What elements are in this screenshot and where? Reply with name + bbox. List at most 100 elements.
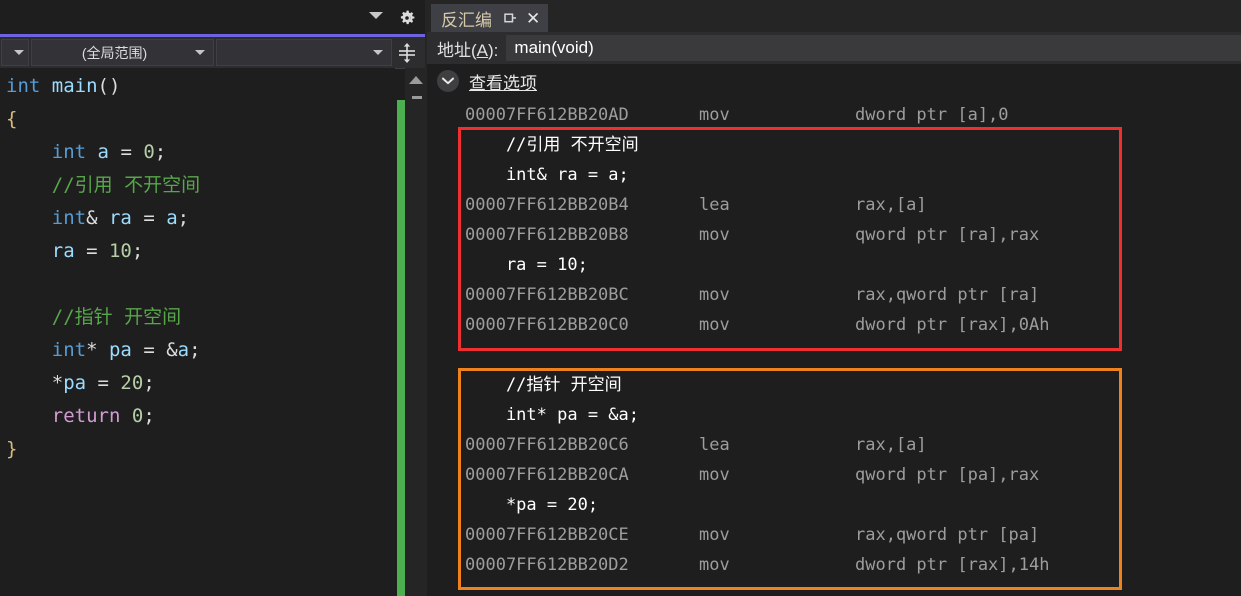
view-options-label[interactable]: 查看选项 [469,69,537,94]
code-token: ; [143,372,155,394]
tab-label: 反汇编 [441,10,492,30]
instruction-operands: dword ptr [rax],14h [855,555,1050,575]
editor-navigation-bar: (全局范围) [0,37,425,69]
member-combo[interactable] [216,39,392,66]
disassembly-row: 00007FF612BB20AD mov dword ptr [a],0 [427,100,1241,130]
code-token: ; [154,141,167,163]
disassembly-row: 00007FF612BB20C6 lea rax,[a] [427,430,1241,460]
code-token: int [51,207,87,229]
code-line: { [6,103,395,136]
disassembly-row: 00007FF612BB20C0 mov dword ptr [rax],0Ah [427,310,1241,340]
inline-source-line [465,340,475,370]
instruction-address: 00007FF612BB20C0 [465,315,629,335]
close-icon[interactable]: ✕ [526,10,540,27]
source-comment-row: int& ra = a; [427,160,1241,190]
disassembly-row: 00007FF612BB20B4 lea rax,[a] [427,190,1241,220]
source-code-text[interactable]: int main(){ int a = 0; //引用 不开空间 int& ra… [0,68,395,596]
disassembly-row: 00007FF612BB20BC mov rax,qword ptr [ra] [427,280,1241,310]
address-bar: 地址(A): [427,32,1241,64]
instruction-address: 00007FF612BB20CE [465,525,629,545]
source-comment-row: //指针 开空间 [427,370,1241,400]
instruction-mnemonic: lea [699,435,730,455]
instruction-address: 00007FF612BB20CA [465,465,629,485]
code-token: = [86,372,121,394]
address-label: 地址(A): [437,40,499,60]
address-input[interactable] [506,35,1241,61]
code-token: () [97,75,121,97]
code-token: } [6,438,18,460]
disassembly-row: 00007FF612BB20D2 mov dword ptr [rax],14h [427,550,1241,580]
code-token: = [74,240,109,262]
gear-icon[interactable] [397,8,417,28]
code-line: //指针 开空间 [6,301,395,334]
inline-source-line: int* pa = &a; [465,405,639,425]
instruction-mnemonic: mov [699,555,730,575]
code-token: int [6,75,41,97]
code-line: *pa = 20; [6,367,395,400]
code-token: ra [51,240,75,262]
source-comment-row: int* pa = &a; [427,400,1241,430]
split-window-icon[interactable] [393,37,421,68]
source-editor-pane: (全局范围) int main(){ int a = 0; //引用 不开空间 … [0,0,425,596]
code-token: int [51,339,87,361]
code-token: & [86,207,109,229]
chevron-down-icon[interactable] [369,12,383,19]
scope-combo-label: (全局范围) [81,44,148,61]
code-token: return [51,405,121,427]
source-comment-row [427,340,1241,370]
caret-down-icon [14,50,24,55]
instruction-mnemonic: lea [699,195,730,215]
scroll-up-arrow-icon[interactable] [409,76,423,84]
instruction-operands: qword ptr [ra],rax [855,225,1040,245]
code-line: ra = 10; [6,235,395,268]
disassembly-pane: 反汇编 ✕ 地址(A): 查看选项 00007FF [427,0,1241,596]
pin-icon[interactable] [502,10,518,26]
tab-disassembly[interactable]: 反汇编 ✕ [431,4,549,32]
view-options-row[interactable]: 查看选项 [427,64,1241,98]
code-token: a [166,207,178,229]
caret-down-icon [373,50,383,55]
disassembly-listing[interactable]: 00007FF612BB20AD mov dword ptr [a],0 //引用 … [427,100,1241,596]
instruction-operands: rax,[a] [855,435,927,455]
code-token: a [177,339,190,361]
inline-source-line: int& ra = a; [465,165,629,185]
caret-down-icon [195,50,205,55]
instruction-address: 00007FF612BB20BC [465,285,629,305]
code-token: a [97,141,109,163]
scope-combo[interactable]: (全局范围) [31,39,214,66]
project-combo[interactable] [1,39,29,66]
instruction-operands: qword ptr [pa],rax [855,465,1040,485]
code-token: main [51,75,98,97]
chevron-down-icon[interactable] [437,70,459,92]
code-token: //引用 不开空间 [51,174,201,196]
code-token: ; [143,405,155,427]
inline-source-line: ra = 10; [465,255,588,275]
code-token: pa [63,372,87,394]
instruction-mnemonic: mov [699,105,730,125]
editor-toolbar [0,0,425,36]
code-token: ; [177,207,190,229]
disassembly-row: 00007FF612BB20CE mov rax,qword ptr [pa] [427,520,1241,550]
code-line: int& ra = a; [6,202,395,235]
instruction-address: 00007FF612BB20D2 [465,555,629,575]
editor-vertical-scrollbar[interactable] [405,68,425,596]
code-line: int* pa = &a; [6,334,395,367]
code-token: = [109,141,144,163]
change-tracking-bar [397,100,405,596]
code-token: 20 [120,372,144,394]
inline-source-line: //指针 开空间 [465,375,622,395]
code-token: 10 [108,240,132,262]
instruction-mnemonic: mov [699,285,730,305]
instruction-address: 00007FF612BB20B4 [465,195,629,215]
code-token: ; [189,339,201,361]
code-token: { [6,108,18,130]
instruction-address: 00007FF612BB20AD [465,105,629,125]
code-line: return 0; [6,400,395,433]
instruction-mnemonic: mov [699,525,730,545]
code-token: 0 [143,141,155,163]
